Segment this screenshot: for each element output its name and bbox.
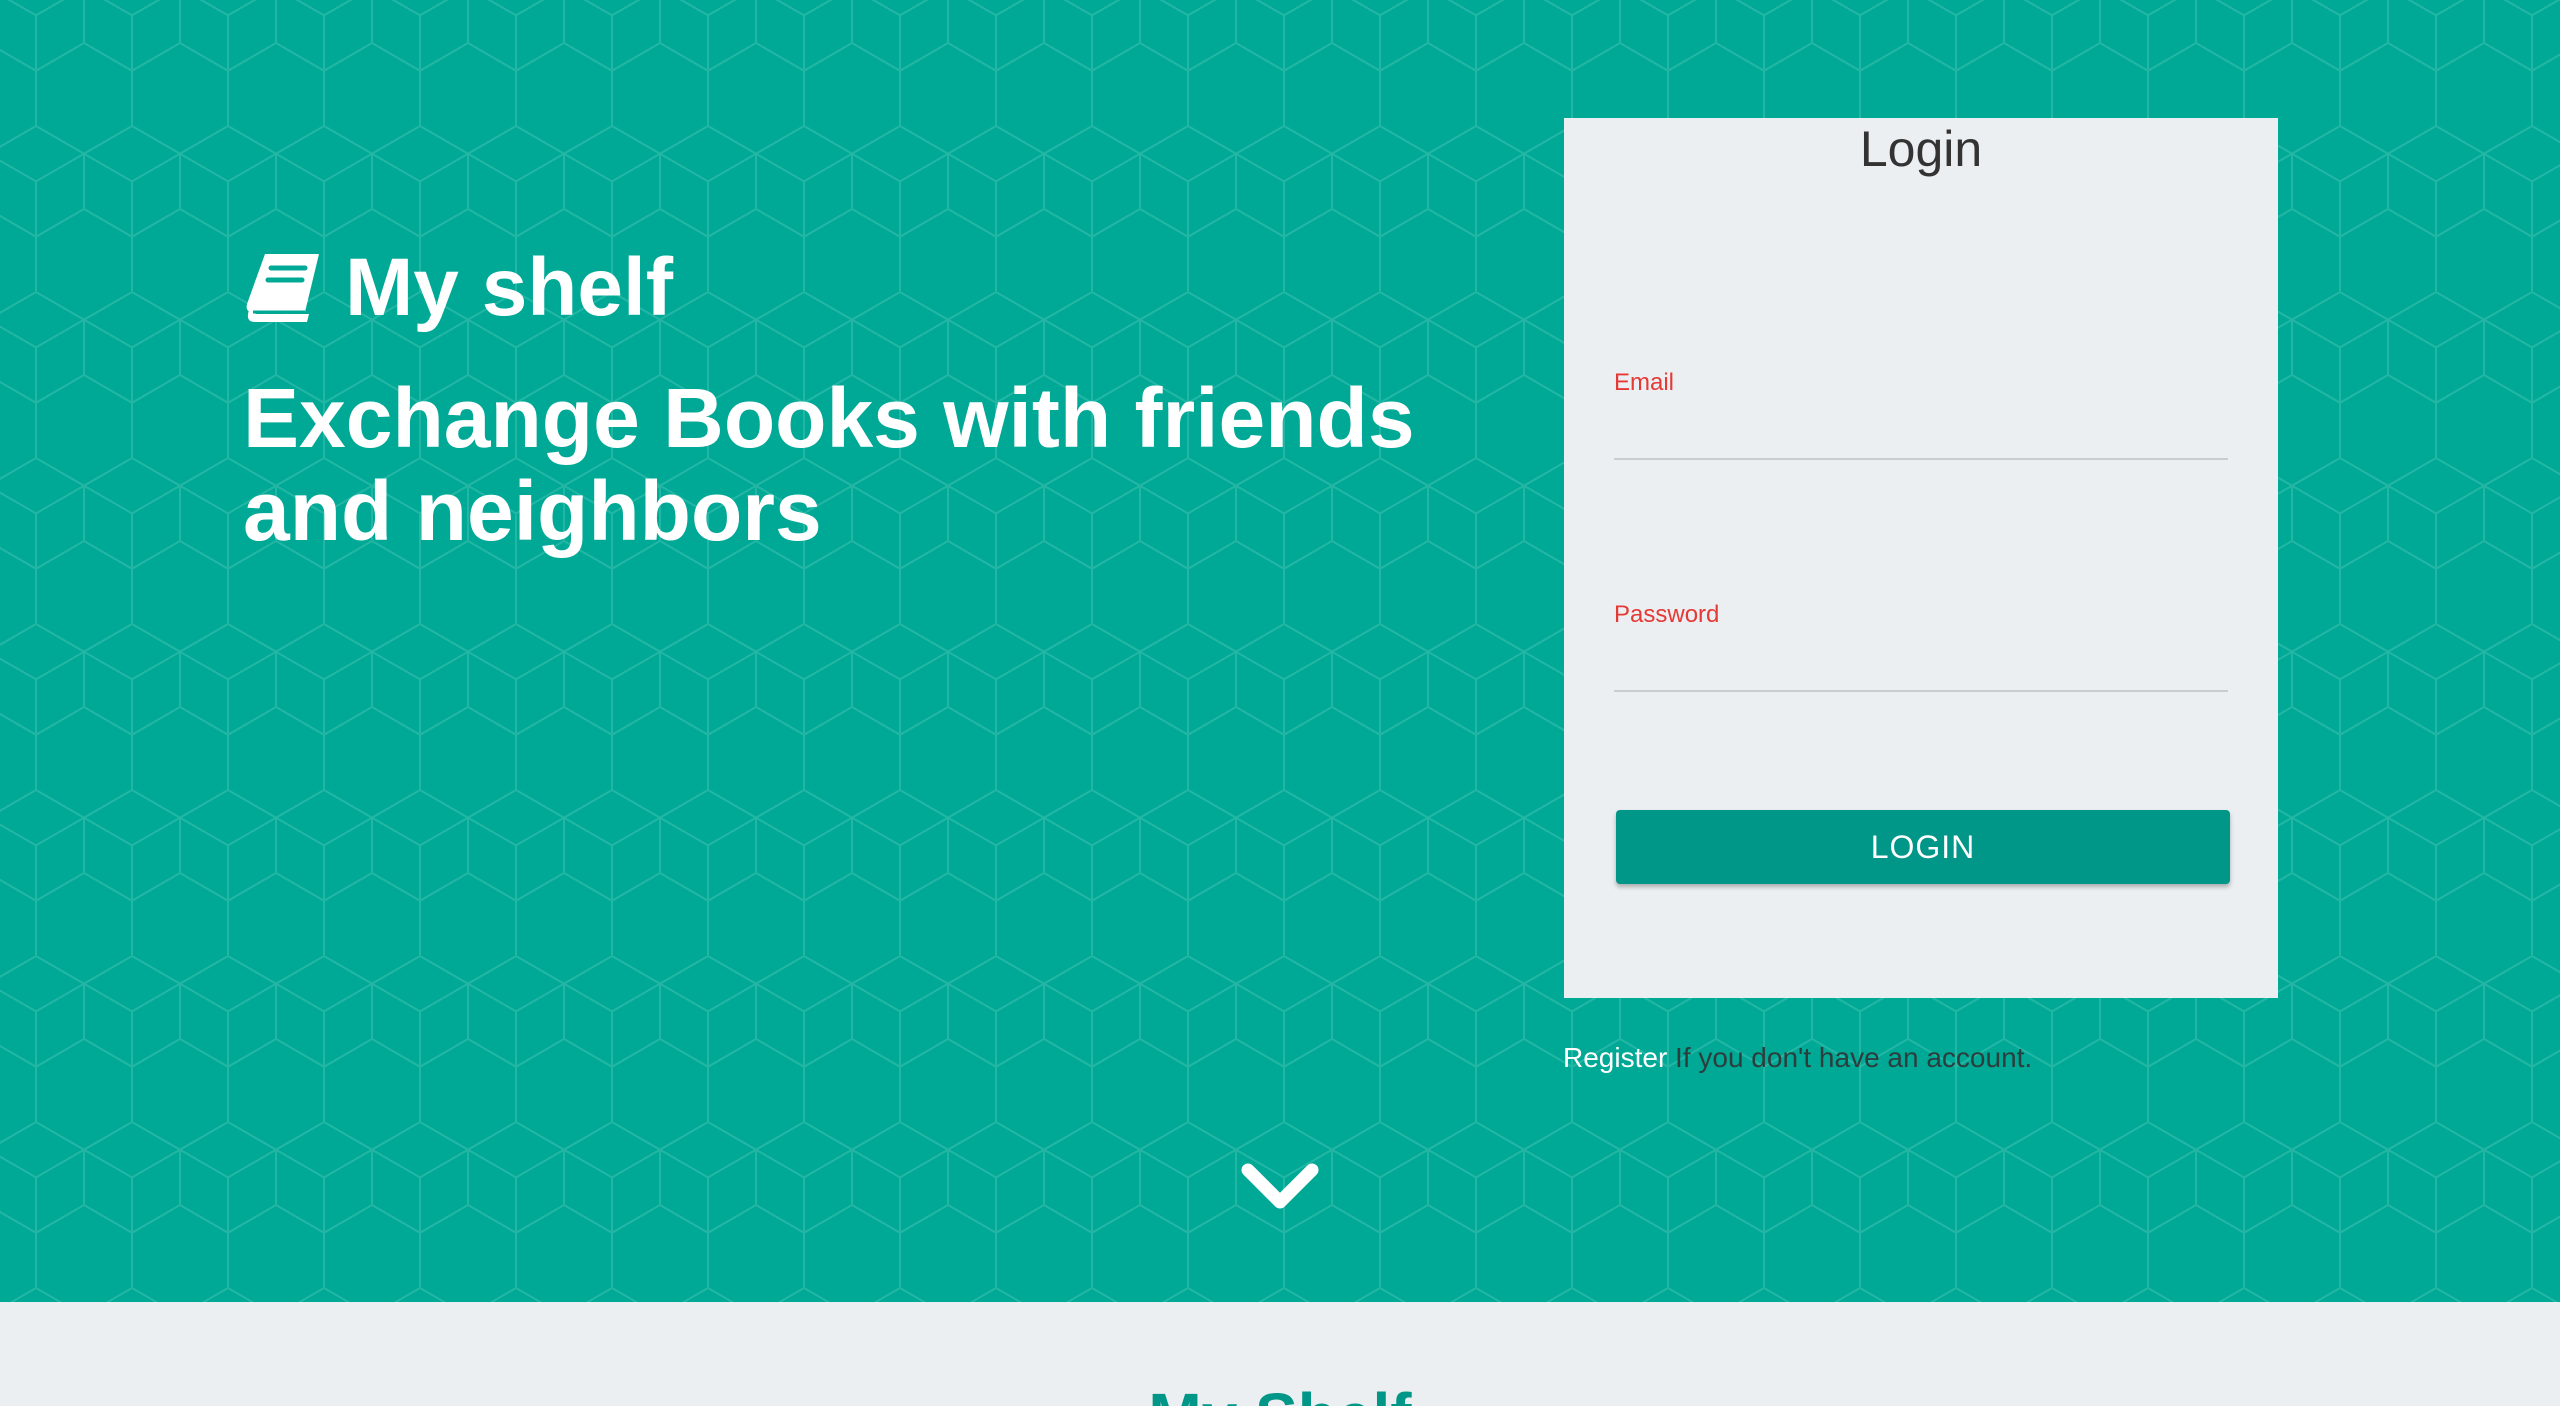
email-input[interactable]: [1614, 402, 2228, 460]
hero-section: My shelf Exchange Books with friends and…: [0, 0, 2560, 1302]
register-hint: If you don't have an account.: [1667, 1042, 2033, 1073]
password-label: Password: [1614, 601, 1720, 628]
login-title: Login: [1859, 121, 1983, 177]
brand: My shelf: [243, 238, 673, 338]
password-field-group: Password: [1614, 600, 2228, 692]
book-icon: [246, 254, 319, 322]
register-line: Register If you don't have an account.: [1563, 1038, 2032, 1078]
chevron-down-icon[interactable]: [1240, 1160, 1320, 1216]
password-input[interactable]: [1614, 634, 2228, 692]
login-card: Login Email Password LOGIN: [1564, 118, 2278, 998]
email-label: Email: [1614, 369, 1675, 396]
brand-name: My shelf: [345, 242, 674, 333]
register-link[interactable]: Register: [1563, 1042, 1667, 1073]
login-button[interactable]: LOGIN: [1616, 810, 2230, 884]
section-title: My Shelf: [0, 1378, 2560, 1406]
hero-tagline: Exchange Books with friends and neighbor…: [243, 371, 1415, 558]
email-field-group: Email: [1614, 368, 2228, 460]
